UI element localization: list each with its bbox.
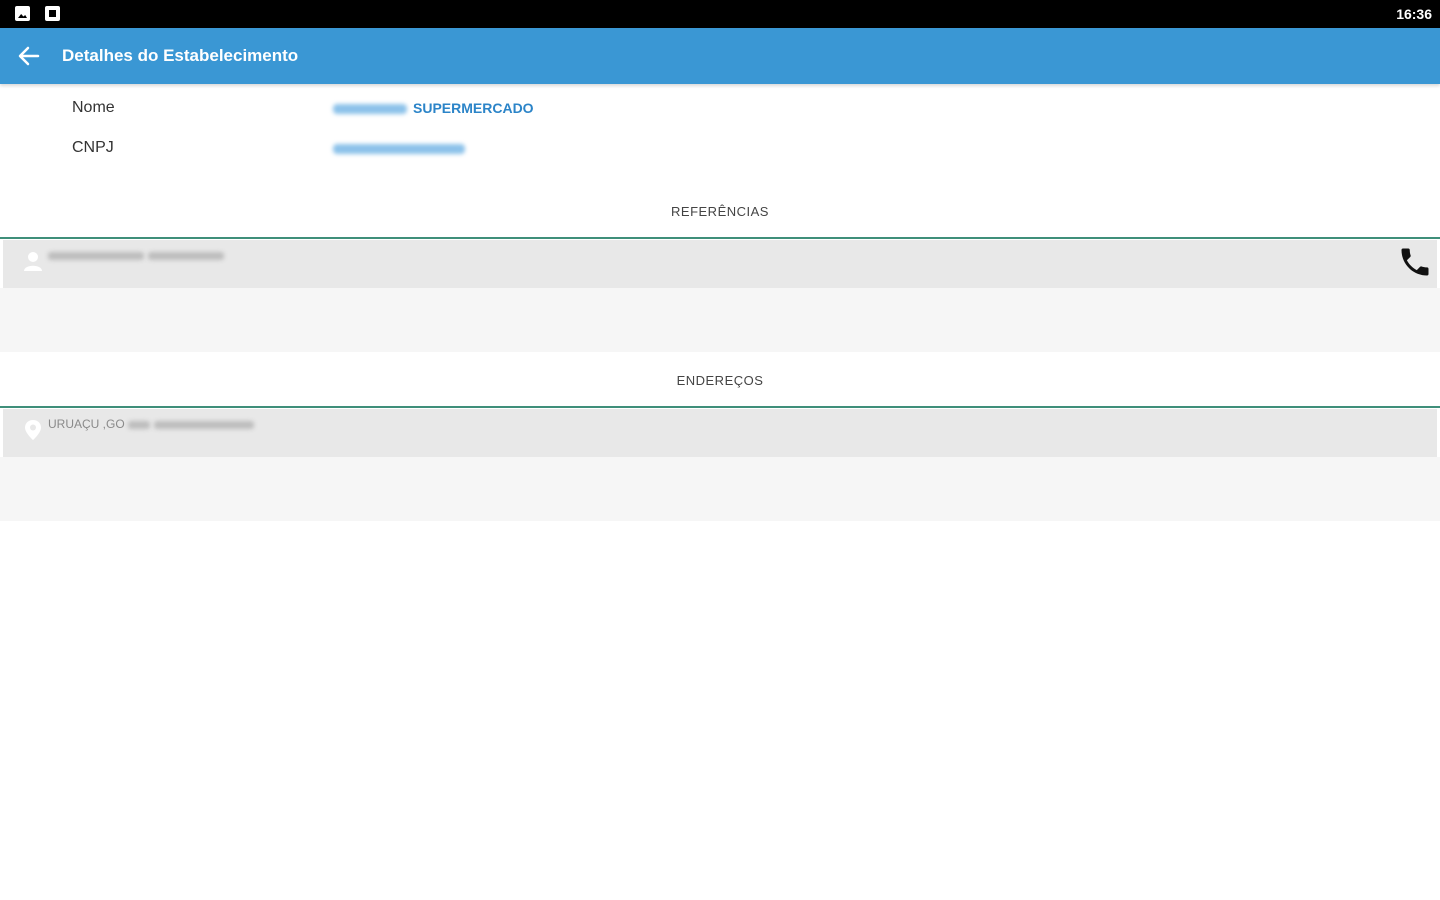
addresses-divider bbox=[0, 406, 1440, 408]
name-value[interactable]: SUPERMERCADO bbox=[333, 100, 534, 116]
phone-icon bbox=[1401, 248, 1429, 276]
redacted-text bbox=[333, 144, 465, 155]
name-row: Nome SUPERMERCADO bbox=[0, 94, 1440, 124]
name-label: Nome bbox=[72, 99, 115, 116]
call-button[interactable] bbox=[1397, 244, 1433, 280]
redacted-text bbox=[148, 251, 224, 260]
image-notification-icon bbox=[15, 6, 30, 21]
reference-list-item[interactable] bbox=[3, 240, 1437, 288]
status-time: 16:36 bbox=[1396, 6, 1432, 22]
address-city: URUAÇU ,GO bbox=[48, 417, 125, 431]
status-bar: 16:36 bbox=[0, 0, 1440, 28]
location-pin-icon bbox=[25, 420, 41, 440]
redacted-text bbox=[154, 420, 255, 429]
references-divider bbox=[0, 237, 1440, 239]
cnpj-label: CNPJ bbox=[72, 139, 114, 156]
back-button[interactable] bbox=[14, 42, 44, 70]
references-header: REFERÊNCIAS bbox=[671, 204, 769, 219]
app-bar: Detalhes do Estabelecimento bbox=[0, 28, 1440, 84]
address-text: URUAÇU ,GO bbox=[48, 417, 258, 431]
addresses-header: ENDEREÇOS bbox=[676, 373, 764, 388]
cnpj-row: CNPJ bbox=[0, 134, 1440, 164]
reference-list-spacer bbox=[0, 288, 1440, 352]
redacted-text bbox=[333, 104, 407, 115]
reference-text bbox=[48, 248, 228, 262]
arrow-left-icon bbox=[18, 46, 40, 66]
address-list-spacer bbox=[0, 457, 1440, 521]
page-title: Detalhes do Estabelecimento bbox=[62, 46, 299, 65]
cnpj-value[interactable] bbox=[333, 140, 471, 156]
address-list-item[interactable]: URUAÇU ,GO bbox=[3, 409, 1437, 457]
person-icon bbox=[24, 252, 42, 271]
redacted-text bbox=[48, 251, 144, 260]
square-notification-icon bbox=[45, 6, 60, 21]
redacted-text bbox=[128, 420, 151, 429]
name-value-text: SUPERMERCADO bbox=[413, 100, 534, 116]
